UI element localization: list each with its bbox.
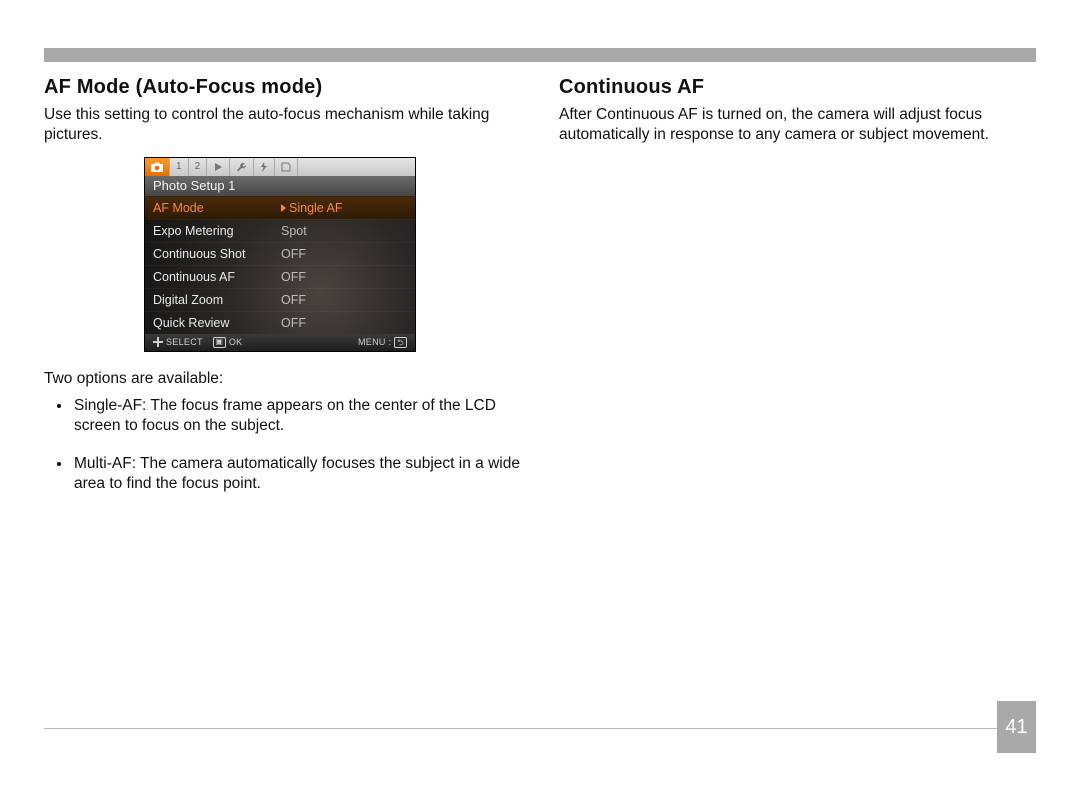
flash-icon (254, 158, 275, 176)
page-number-badge: 41 (997, 701, 1036, 753)
menu-row-value: OFF (281, 293, 415, 307)
header-bar (44, 48, 1036, 62)
footer-menu-text: MENU : (358, 337, 391, 347)
left-column: AF Mode (Auto-Focus mode) Use this setti… (44, 76, 521, 709)
footer-select-hint: SELECT (153, 337, 203, 347)
options-lead: Two options are available: (44, 370, 521, 388)
sd-icon (275, 158, 298, 176)
menu-row-continuous-shot: Continuous Shot OFF (145, 242, 415, 265)
menu-row-expo-metering: Expo Metering Spot (145, 219, 415, 242)
menu-row-af-mode: AF Mode Single AF (145, 196, 415, 219)
continuous-af-heading: Continuous AF (559, 76, 1036, 99)
list-item: Multi-AF: The camera automatically focus… (72, 454, 521, 494)
menu-row-value: Spot (281, 224, 415, 238)
wrench-icon (230, 158, 254, 176)
exit-icon: ⮌ (394, 337, 407, 348)
right-column: Continuous AF After Continuous AF is tur… (559, 76, 1036, 709)
menu-row-value: OFF (281, 247, 415, 261)
footer-menu-hint: MENU : ⮌ (358, 337, 407, 348)
menu-row-value-text: Single AF (289, 201, 343, 215)
menu-row-label: AF Mode (145, 201, 281, 215)
selection-arrow-icon (281, 204, 286, 212)
menu-row-label: Continuous AF (145, 270, 281, 284)
footer-ok-hint: ▣ OK (213, 337, 243, 348)
camera-menu-figure: 1 2 Photo Setup 1 (144, 157, 416, 352)
af-mode-options-list: Single-AF: The focus frame appears on th… (72, 396, 521, 495)
menu-row-label: Quick Review (145, 316, 281, 330)
page-number: 41 (1005, 716, 1027, 739)
menu-row-value: OFF (281, 316, 415, 330)
continuous-af-intro: After Continuous AF is turned on, the ca… (559, 105, 1036, 145)
play-icon (207, 158, 230, 176)
camera-menu-body: AF Mode Single AF Expo Metering Spot Con… (145, 196, 415, 334)
menu-row-label: Digital Zoom (145, 293, 281, 307)
manual-page: AF Mode (Auto-Focus mode) Use this setti… (0, 0, 1080, 785)
menu-row-value: OFF (281, 270, 415, 284)
camera-menu-subtitle: Photo Setup 1 (145, 176, 415, 196)
menu-row-digital-zoom: Digital Zoom OFF (145, 288, 415, 311)
dpad-icon (153, 337, 163, 347)
camera-menu-tabs: 1 2 (145, 158, 415, 176)
footer-select-text: SELECT (166, 337, 203, 347)
menu-row-label: Expo Metering (145, 224, 281, 238)
tab-1: 1 (170, 158, 189, 176)
footer-ok-text: OK (229, 337, 243, 347)
list-item: Single-AF: The focus frame appears on th… (72, 396, 521, 436)
af-mode-intro: Use this setting to control the auto-foc… (44, 105, 521, 145)
menu-row-label: Continuous Shot (145, 247, 281, 261)
ok-button-icon: ▣ (213, 337, 226, 348)
footer-rule (44, 728, 997, 729)
tab-2: 2 (189, 158, 208, 176)
camera-menu-footer: SELECT ▣ OK MENU : ⮌ (145, 334, 415, 351)
menu-row-value: Single AF (281, 201, 415, 215)
content-columns: AF Mode (Auto-Focus mode) Use this setti… (44, 76, 1036, 709)
menu-row-quick-review: Quick Review OFF (145, 311, 415, 334)
af-mode-heading: AF Mode (Auto-Focus mode) (44, 76, 521, 99)
camera-icon (145, 158, 170, 176)
menu-row-continuous-af: Continuous AF OFF (145, 265, 415, 288)
